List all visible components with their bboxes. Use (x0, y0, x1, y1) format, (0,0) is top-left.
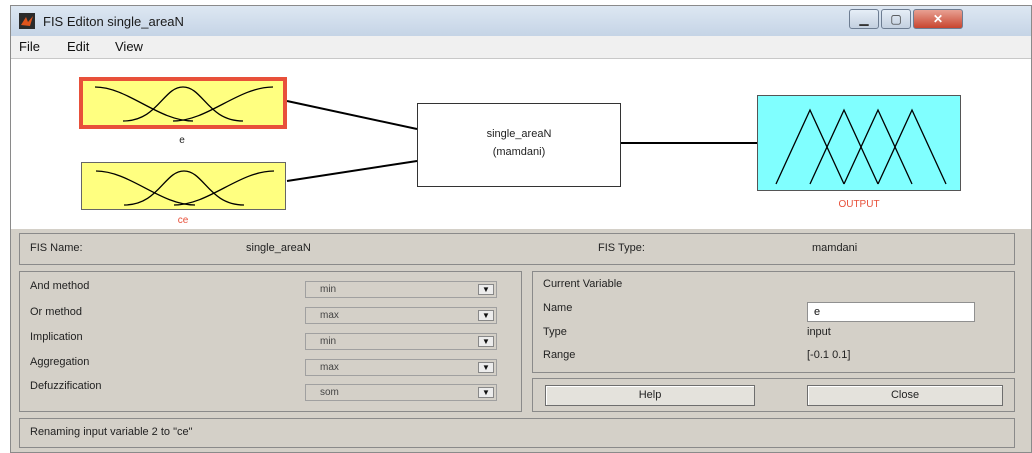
membership-functions-icon (95, 170, 275, 206)
dropdown-arrow-icon: ▼ (478, 336, 494, 347)
fis-editor-window: FIS Editon single_areaN ▁ ▢ ✕ File Edit … (10, 5, 1032, 453)
or-method-select[interactable]: max ▼ (305, 307, 497, 324)
buttons-panel: Help Close (532, 378, 1015, 412)
help-button[interactable]: Help (545, 385, 755, 406)
fis-name-label: FIS Name: (30, 242, 83, 254)
variable-range-label: Range (543, 349, 576, 361)
variable-type-label: Type (543, 326, 567, 338)
output-label: OUTPUT (838, 199, 880, 210)
menu-view[interactable]: View (115, 39, 143, 54)
system-type-text: (mamdani) (492, 146, 546, 158)
input1-label: e (179, 135, 185, 146)
title-bar: FIS Editon single_areaN ▁ ▢ ✕ (11, 6, 1031, 37)
matlab-app-icon (19, 13, 35, 29)
window-title: FIS Editon single_areaN (43, 14, 184, 29)
implication-label: Implication (30, 331, 83, 343)
variable-range-value: [-0.1 0.1] (807, 349, 851, 361)
dropdown-arrow-icon: ▼ (478, 310, 494, 321)
dropdown-arrow-icon: ▼ (478, 284, 494, 295)
fis-info-panel: FIS Name: single_areaN FIS Type: mamdani (19, 233, 1015, 265)
fis-diagram: e ce single_areaN (mamdani) OUTPUT (11, 59, 1031, 229)
aggregation-value: max (320, 362, 339, 373)
menu-edit[interactable]: Edit (67, 39, 89, 54)
status-message: Renaming input variable 2 to "ce" (30, 426, 193, 438)
or-method-label: Or method (30, 306, 82, 318)
and-method-select[interactable]: min ▼ (305, 281, 497, 298)
dropdown-arrow-icon: ▼ (478, 387, 494, 398)
and-method-value: min (320, 284, 337, 295)
fis-system-box[interactable]: single_areaN (mamdani) (417, 103, 621, 187)
implication-select[interactable]: min ▼ (305, 333, 497, 350)
output-membership-functions-icon (775, 108, 947, 185)
input-variable-ce[interactable] (81, 162, 286, 210)
variable-name-input[interactable]: e (807, 302, 975, 322)
variable-name-value: e (814, 306, 821, 318)
defuzzification-select[interactable]: som ▼ (305, 384, 497, 401)
input-variable-e[interactable] (79, 77, 287, 129)
close-icon: ✕ (932, 12, 944, 26)
aggregation-select[interactable]: max ▼ (305, 359, 497, 376)
close-window-button[interactable]: ✕ (913, 9, 963, 29)
fis-type-value: mamdani (812, 242, 858, 254)
and-method-label: And method (30, 280, 90, 292)
close-button[interactable]: Close (807, 385, 1003, 406)
implication-value: min (320, 336, 337, 347)
output-variable[interactable] (757, 95, 961, 191)
current-variable-header: Current Variable (543, 278, 623, 290)
defuzzification-value: som (320, 387, 339, 398)
minimize-button[interactable]: ▁ (849, 9, 879, 29)
or-method-value: max (320, 310, 339, 321)
aggregation-label: Aggregation (30, 356, 90, 368)
membership-functions-icon (94, 86, 274, 122)
current-variable-panel: Current Variable Name e Type input Range… (532, 271, 1015, 373)
dropdown-arrow-icon: ▼ (478, 362, 494, 373)
input2-label: ce (177, 215, 189, 226)
fis-type-label: FIS Type: (598, 242, 645, 254)
maximize-button[interactable]: ▢ (881, 9, 911, 29)
system-name-text: single_areaN (486, 128, 552, 140)
fis-name-value: single_areaN (246, 242, 311, 254)
defuzzification-label: Defuzzification (30, 380, 102, 392)
methods-panel: And method min ▼ Or method max ▼ Implica… (19, 271, 522, 412)
variable-type-value: input (807, 326, 831, 338)
menu-file[interactable]: File (19, 39, 40, 54)
menu-bar: File Edit View (11, 36, 1031, 59)
minimize-icon: ▁ (859, 12, 869, 26)
status-bar: Renaming input variable 2 to "ce" (19, 418, 1015, 448)
maximize-icon: ▢ (890, 12, 902, 26)
variable-name-label: Name (543, 302, 573, 314)
